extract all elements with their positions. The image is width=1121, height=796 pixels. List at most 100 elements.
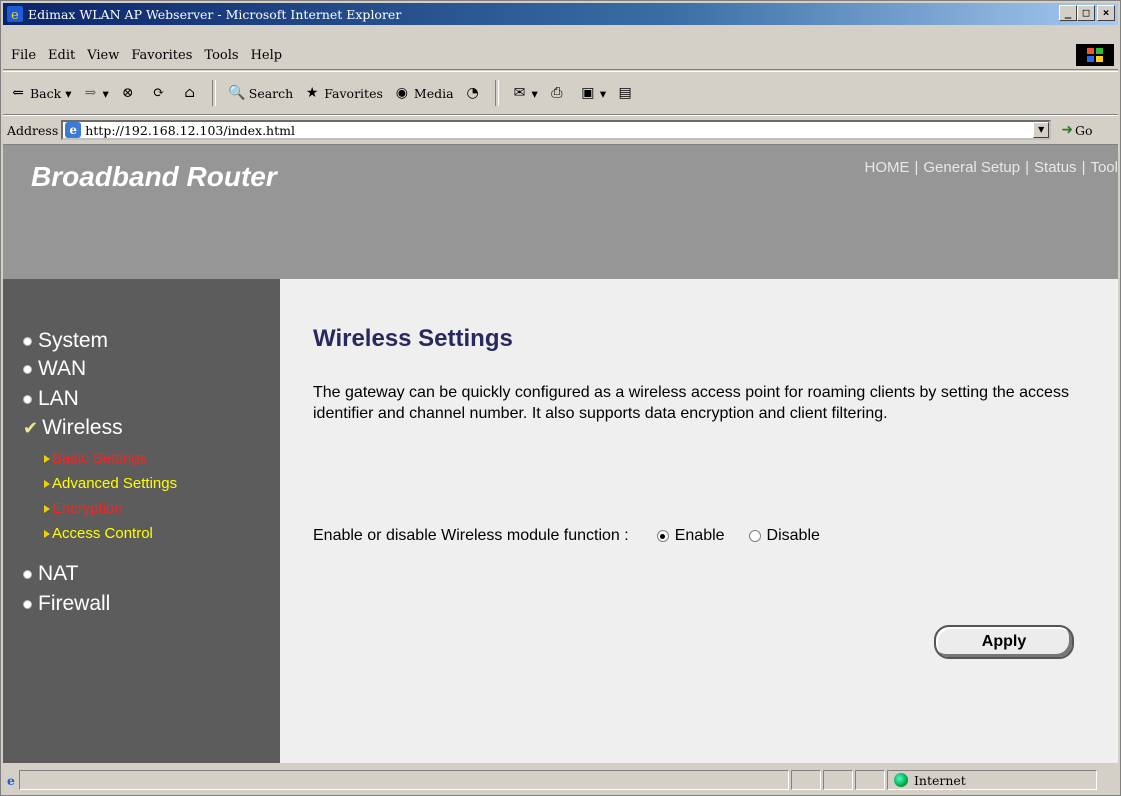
refresh-icon: ⟳	[152, 85, 165, 101]
apply-button[interactable]: Apply	[934, 625, 1074, 659]
back-button[interactable]: ⇐ Back ▾	[9, 84, 71, 102]
enable-label: Enable or disable Wireless module functi…	[313, 527, 629, 544]
toolbar: ⇐ Back ▾ ⇒ ▾ ⊗ ⟳ ⌂ 🔍 Search ★ Favorites ◉ Med…	[3, 71, 1118, 115]
top-nav: HOME | General Setup | Status | Tool	[864, 159, 1118, 176]
print-icon: ⎙	[551, 85, 563, 101]
arrow-icon	[44, 454, 50, 463]
menu-edit[interactable]: Edit	[48, 48, 75, 63]
refresh-button[interactable]: ⟳	[150, 84, 171, 102]
history-button[interactable]: ◔	[464, 84, 485, 102]
address-label: Address	[7, 122, 59, 138]
menu-favorites[interactable]: Favorites	[131, 48, 192, 63]
discuss-icon: ▤	[618, 85, 632, 101]
nav-home[interactable]: HOME	[864, 159, 909, 176]
svg-text:e: e	[11, 8, 19, 22]
print-button[interactable]: ⎙	[548, 84, 569, 102]
maximize-button[interactable]: □	[1077, 5, 1095, 21]
sidebar-sub-advanced-settings[interactable]: Advanced Settings	[44, 475, 177, 492]
bullet-icon	[23, 599, 32, 609]
checkmark-icon: ✔	[23, 417, 39, 438]
sidebar-sub-basic-settings[interactable]: Basic Settings	[44, 450, 147, 467]
forward-button[interactable]: ⇒ ▾	[81, 84, 109, 102]
sidebar-sub-access-control[interactable]: Access Control	[44, 525, 153, 542]
nav-status[interactable]: Status	[1034, 159, 1077, 176]
menu-help[interactable]: Help	[251, 48, 283, 63]
windows-logo-icon	[1076, 44, 1114, 66]
mail-icon: ✉	[513, 85, 526, 101]
edit-button[interactable]: ▣ ▾	[579, 84, 606, 102]
nav-general-setup[interactable]: General Setup	[923, 159, 1020, 176]
minimize-button[interactable]: _	[1059, 5, 1077, 21]
sidebar-item-wireless[interactable]: ✔ Wireless	[23, 416, 123, 440]
arrow-icon	[44, 504, 50, 513]
description-text: The gateway can be quickly configured as…	[313, 384, 1069, 422]
enable-radio[interactable]	[656, 530, 669, 542]
browser-window: e Edimax WLAN AP Webserver - Microsoft I…	[0, 0, 1121, 796]
home-icon: ⌂	[184, 85, 196, 101]
internet-globe-icon	[893, 773, 908, 787]
back-arrow-icon: ⇐	[12, 85, 24, 101]
menu-bar: File Edit View Favorites Tools Help	[3, 41, 1118, 70]
status-cell	[854, 770, 885, 790]
bullet-icon	[23, 364, 32, 374]
address-bar: Address e http://192.168.12.103/index.ht…	[3, 115, 1118, 145]
sidebar-item-lan[interactable]: LAN	[23, 387, 79, 411]
zone-cell: Internet	[886, 770, 1097, 790]
discuss-button[interactable]: ▤	[616, 84, 637, 102]
mail-button[interactable]: ✉ ▾	[511, 84, 538, 102]
window-title: Edimax WLAN AP Webserver - Microsoft Int…	[28, 6, 402, 22]
go-button[interactable]: ➜ Go	[1061, 122, 1092, 138]
main-content: Wireless Settings The gateway can be qui…	[280, 279, 1118, 763]
address-url: http://192.168.12.103/index.html	[85, 122, 295, 138]
title-bar: e Edimax WLAN AP Webserver - Microsoft I…	[3, 3, 1118, 25]
sidebar: System WAN LAN ✔ Wireless Basic Settings …	[3, 279, 280, 763]
page-title: Wireless Settings	[313, 325, 513, 352]
menu-view[interactable]: View	[87, 48, 119, 63]
forward-arrow-icon: ⇒	[84, 85, 97, 101]
toolbar-separator	[211, 80, 216, 106]
brand-title: Broadband Router	[31, 161, 277, 192]
stop-button[interactable]: ⊗	[119, 84, 140, 102]
web-page: Broadband Router HOME | General Setup | Stat…	[3, 145, 1118, 763]
bullet-icon	[23, 394, 32, 404]
arrow-icon	[44, 479, 50, 488]
go-arrow-icon: ➜	[1061, 122, 1073, 138]
close-button[interactable]: ×	[1097, 5, 1115, 21]
page-status-icon: e	[7, 772, 15, 788]
home-button[interactable]: ⌂	[181, 84, 202, 102]
favorites-button[interactable]: ★ Favorites	[303, 84, 383, 102]
sidebar-item-wan[interactable]: WAN	[23, 357, 86, 381]
arrow-icon	[44, 529, 50, 538]
zone-label: Internet	[913, 772, 966, 788]
enable-radio-label[interactable]: Enable	[675, 527, 725, 545]
edit-icon: ▣	[581, 85, 595, 101]
search-button[interactable]: 🔍 Search	[228, 84, 293, 102]
bullet-icon	[23, 569, 32, 579]
menu-file[interactable]: File	[11, 48, 36, 63]
status-cell	[790, 770, 821, 790]
disable-radio-label[interactable]: Disable	[767, 527, 820, 545]
nav-tool[interactable]: Tool	[1090, 159, 1118, 176]
menu-tools[interactable]: Tools	[204, 48, 238, 63]
address-dropdown-icon[interactable]: ▼	[1033, 122, 1050, 138]
favorites-icon: ★	[305, 85, 319, 101]
stop-icon: ⊗	[121, 85, 134, 101]
media-icon: ◉	[395, 85, 408, 101]
address-input[interactable]: e http://192.168.12.103/index.html ▼	[61, 120, 1052, 140]
history-icon: ◔	[466, 85, 479, 101]
sidebar-item-system[interactable]: System	[23, 329, 108, 353]
bullet-icon	[23, 336, 32, 346]
search-icon: 🔍	[228, 85, 246, 101]
page-icon: e	[65, 122, 82, 138]
status-cell	[822, 770, 853, 790]
ie-app-icon: e	[7, 6, 23, 22]
disable-radio[interactable]	[748, 530, 761, 542]
toolbar-separator	[494, 80, 499, 106]
media-button[interactable]: ◉ Media	[393, 84, 454, 102]
status-bar: e Internet	[3, 767, 1118, 793]
sidebar-item-nat[interactable]: NAT	[23, 562, 78, 586]
sidebar-sub-encryption[interactable]: Encryption	[44, 500, 123, 517]
page-header: Broadband Router HOME | General Setup | Stat…	[3, 145, 1118, 279]
enable-row: Enable or disable Wireless module functi…	[313, 527, 820, 545]
sidebar-item-firewall[interactable]: Firewall	[23, 592, 110, 616]
